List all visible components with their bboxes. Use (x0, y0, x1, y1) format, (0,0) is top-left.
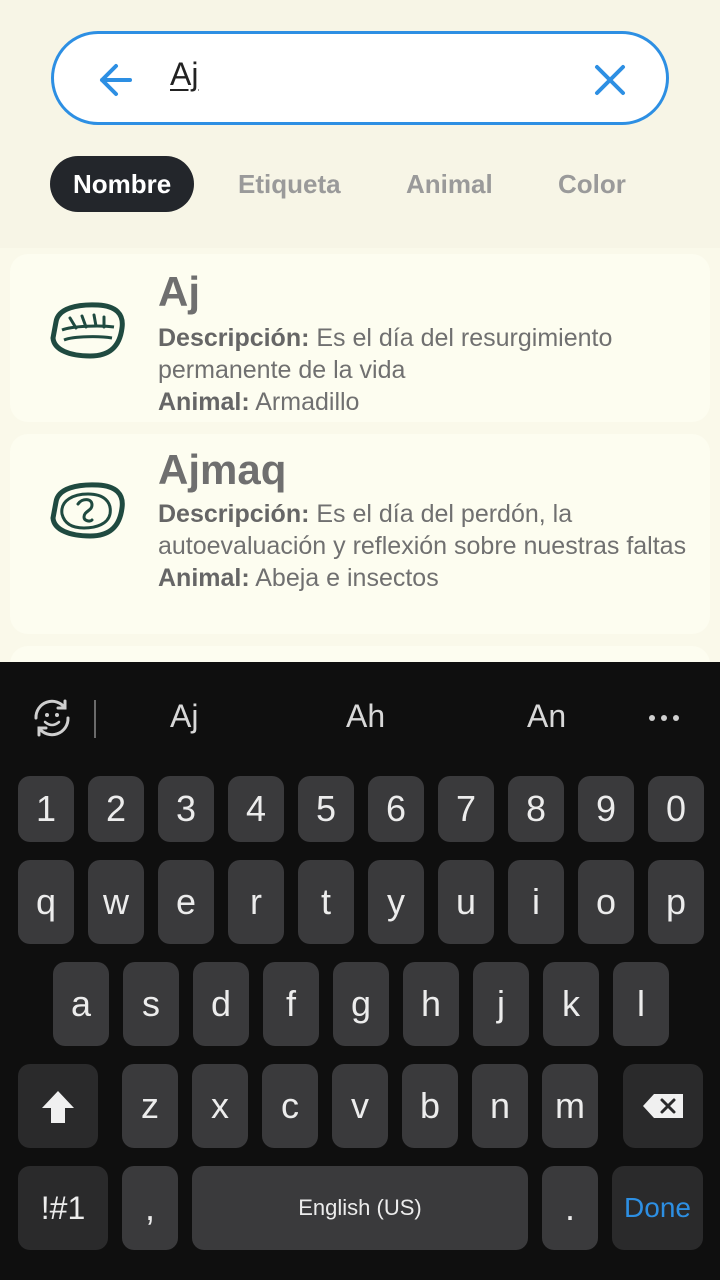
back-arrow-icon[interactable] (94, 60, 134, 100)
number-2-key[interactable]: 2 (88, 776, 144, 842)
clear-icon[interactable] (592, 62, 628, 98)
letter-q-key[interactable]: q (18, 860, 74, 944)
suggestion-2[interactable]: Ah (346, 698, 385, 735)
animal-label: Animal: (158, 388, 250, 416)
letter-r-key[interactable]: r (228, 860, 284, 944)
comma-key[interactable]: , (122, 1166, 178, 1250)
description-label: Descripción: (158, 500, 310, 528)
letter-h-key[interactable]: h (403, 962, 459, 1046)
space-key[interactable]: English (US) (192, 1166, 528, 1250)
number-3-key[interactable]: 3 (158, 776, 214, 842)
filter-chip-nombre[interactable]: Nombre (50, 156, 195, 212)
result-description: Descripción: Es el día del resurgimiento… (158, 322, 688, 418)
letter-u-key[interactable]: u (438, 860, 494, 944)
shift-key[interactable] (18, 1064, 98, 1148)
letter-a-key[interactable]: a (53, 962, 109, 1046)
suggestion-bar: Aj Ah An (0, 662, 720, 770)
letter-t-key[interactable]: t (298, 860, 354, 944)
number-0-key[interactable]: 0 (648, 776, 704, 842)
search-input[interactable]: Aj (170, 56, 198, 93)
number-9-key[interactable]: 9 (578, 776, 634, 842)
letter-e-key[interactable]: e (158, 860, 214, 944)
done-key[interactable]: Done (612, 1166, 703, 1250)
number-5-key[interactable]: 5 (298, 776, 354, 842)
letter-s-key[interactable]: s (123, 962, 179, 1046)
backspace-key[interactable] (623, 1064, 703, 1148)
animal-label: Animal: (158, 564, 250, 592)
letter-g-key[interactable]: g (333, 962, 389, 1046)
period-key[interactable]: . (542, 1166, 598, 1250)
shift-icon (42, 1091, 74, 1123)
keyboard: Aj Ah An 1234567890 qwertyuiop asdfghjkl… (0, 662, 720, 1280)
number-7-key[interactable]: 7 (438, 776, 494, 842)
result-card-partial[interactable] (10, 646, 710, 662)
letter-d-key[interactable]: d (193, 962, 249, 1046)
animal-value: Abeja e insectos (249, 564, 439, 592)
number-1-key[interactable]: 1 (18, 776, 74, 842)
aj-glyph-icon (50, 302, 125, 359)
letter-l-key[interactable]: l (613, 962, 669, 1046)
letter-v-key[interactable]: v (332, 1064, 388, 1148)
letter-f-key[interactable]: f (263, 962, 319, 1046)
filter-chip-color[interactable]: Color (558, 156, 626, 212)
letter-p-key[interactable]: p (648, 860, 704, 944)
letter-z-key[interactable]: z (122, 1064, 178, 1148)
letter-x-key[interactable]: x (192, 1064, 248, 1148)
emoji-sync-icon[interactable] (30, 696, 74, 740)
result-title: Ajmaq (158, 446, 287, 493)
backspace-icon (643, 1094, 683, 1118)
letter-m-key[interactable]: m (542, 1064, 598, 1148)
letter-b-key[interactable]: b (402, 1064, 458, 1148)
suggestion-3[interactable]: An (527, 698, 566, 735)
suggestion-divider (94, 700, 96, 738)
letter-i-key[interactable]: i (508, 860, 564, 944)
number-6-key[interactable]: 6 (368, 776, 424, 842)
result-card-aj[interactable]: Aj Descripción: Es el día del resurgimie… (10, 254, 710, 422)
letter-o-key[interactable]: o (578, 860, 634, 944)
search-bar[interactable]: Aj (51, 31, 669, 125)
more-options-icon[interactable] (648, 712, 680, 724)
number-8-key[interactable]: 8 (508, 776, 564, 842)
letter-y-key[interactable]: y (368, 860, 424, 944)
ajmaq-glyph-icon (50, 482, 125, 539)
result-card-ajmaq[interactable]: Ajmaq Descripción: Es el día del perdón,… (10, 434, 710, 634)
filter-chip-animal[interactable]: Animal (406, 156, 493, 212)
filter-chip-etiqueta[interactable]: Etiqueta (238, 156, 341, 212)
result-title: Aj (158, 268, 200, 315)
symbols-key[interactable]: !#1 (18, 1166, 108, 1250)
letter-w-key[interactable]: w (88, 860, 144, 944)
results-list: Aj Descripción: Es el día del resurgimie… (0, 248, 720, 662)
letter-c-key[interactable]: c (262, 1064, 318, 1148)
letter-k-key[interactable]: k (543, 962, 599, 1046)
animal-value: Armadillo (249, 388, 360, 416)
letter-j-key[interactable]: j (473, 962, 529, 1046)
description-label: Descripción: (158, 324, 310, 352)
letter-n-key[interactable]: n (472, 1064, 528, 1148)
suggestion-1[interactable]: Aj (170, 698, 198, 735)
number-4-key[interactable]: 4 (228, 776, 284, 842)
search-header: Aj Nombre Etiqueta Animal Color (0, 0, 720, 248)
result-description: Descripción: Es el día del perdón, la au… (158, 498, 688, 594)
